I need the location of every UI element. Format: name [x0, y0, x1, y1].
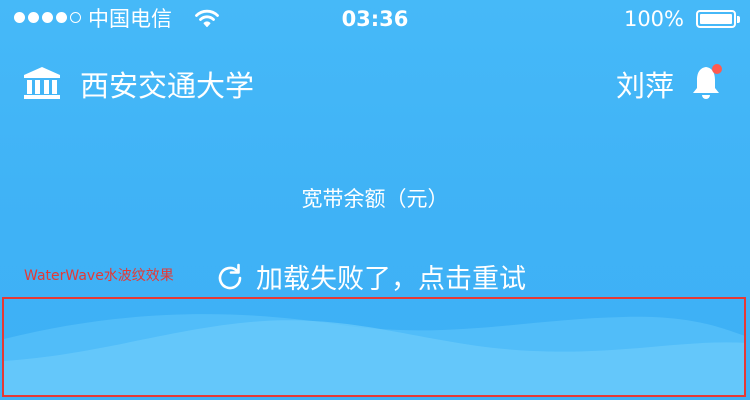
battery-percent: 100%	[623, 7, 684, 31]
school-name[interactable]: 西安交通大学	[80, 66, 254, 106]
battery-fill	[700, 14, 732, 24]
user-name[interactable]: 刘萍	[616, 66, 674, 106]
balance-label: 宽带余额（元）	[301, 187, 449, 211]
notification-dot	[712, 64, 722, 74]
university-icon	[22, 65, 62, 105]
status-bar: 中国电信 03:36 100%	[0, 0, 750, 38]
retry-button[interactable]: 加载失败了，点击重试	[214, 262, 526, 298]
battery-icon	[696, 10, 740, 28]
screen: 中国电信 03:36 100% 西安交通大学 刘萍 宽带余额（元） WaterW…	[0, 0, 750, 400]
refresh-icon[interactable]	[214, 262, 246, 298]
annotation-label: WaterWave水波纹效果	[24, 268, 174, 284]
header: 西安交通大学 刘萍	[0, 56, 750, 116]
retry-text[interactable]: 加载失败了，点击重试	[256, 262, 526, 298]
bell-icon[interactable]	[690, 63, 726, 107]
water-wave	[2, 297, 746, 397]
